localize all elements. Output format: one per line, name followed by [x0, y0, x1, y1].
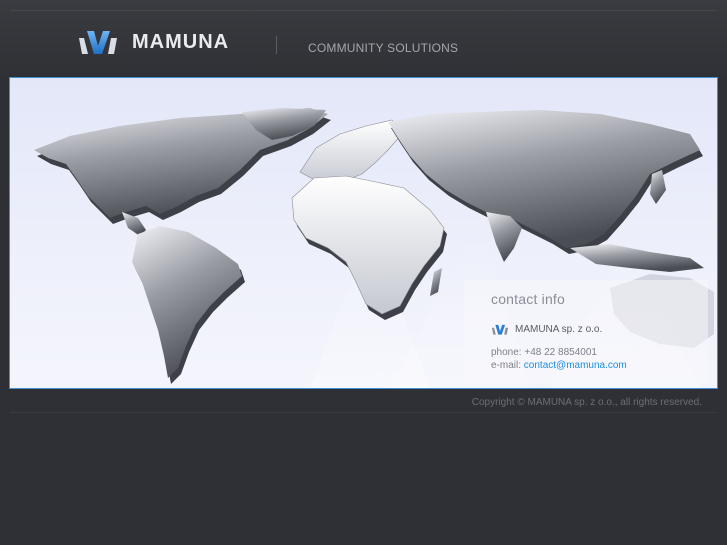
- header-separator: [276, 36, 277, 54]
- header-divider: [10, 10, 717, 11]
- company-name: MAMUNA sp. z o.o.: [515, 324, 603, 335]
- email-link[interactable]: contact@mamuna.com: [524, 360, 627, 371]
- copyright-text: Copyright © MAMUNA sp. z o.o., all right…: [471, 397, 702, 408]
- page: MAMUNA COMMUNITY SOLUTIONS contact info …: [0, 0, 727, 545]
- brand-logo[interactable]: MAMUNA: [78, 28, 229, 56]
- contact-company: MAMUNA sp. z o.o.: [491, 324, 602, 335]
- contact-title: contact info: [491, 291, 565, 307]
- phone-label: phone:: [491, 347, 522, 358]
- world-map-banner: contact info MAMUNA sp. z o.o. phone: +4…: [9, 77, 718, 389]
- brand-name: MAMUNA: [132, 30, 230, 53]
- mamuna-logo-icon: [79, 31, 117, 54]
- phone-value: +48 22 8854001: [524, 347, 597, 358]
- contact-email: e-mail: contact@mamuna.com: [491, 360, 627, 371]
- tagline: COMMUNITY SOLUTIONS: [308, 41, 459, 55]
- footer-divider: [10, 412, 717, 413]
- email-label: e-mail:: [491, 360, 522, 371]
- contact-phone: phone: +48 22 8854001: [491, 347, 597, 358]
- contact-card: contact info MAMUNA sp. z o.o. phone: +4…: [464, 280, 708, 384]
- mamuna-logo-icon: [491, 324, 509, 335]
